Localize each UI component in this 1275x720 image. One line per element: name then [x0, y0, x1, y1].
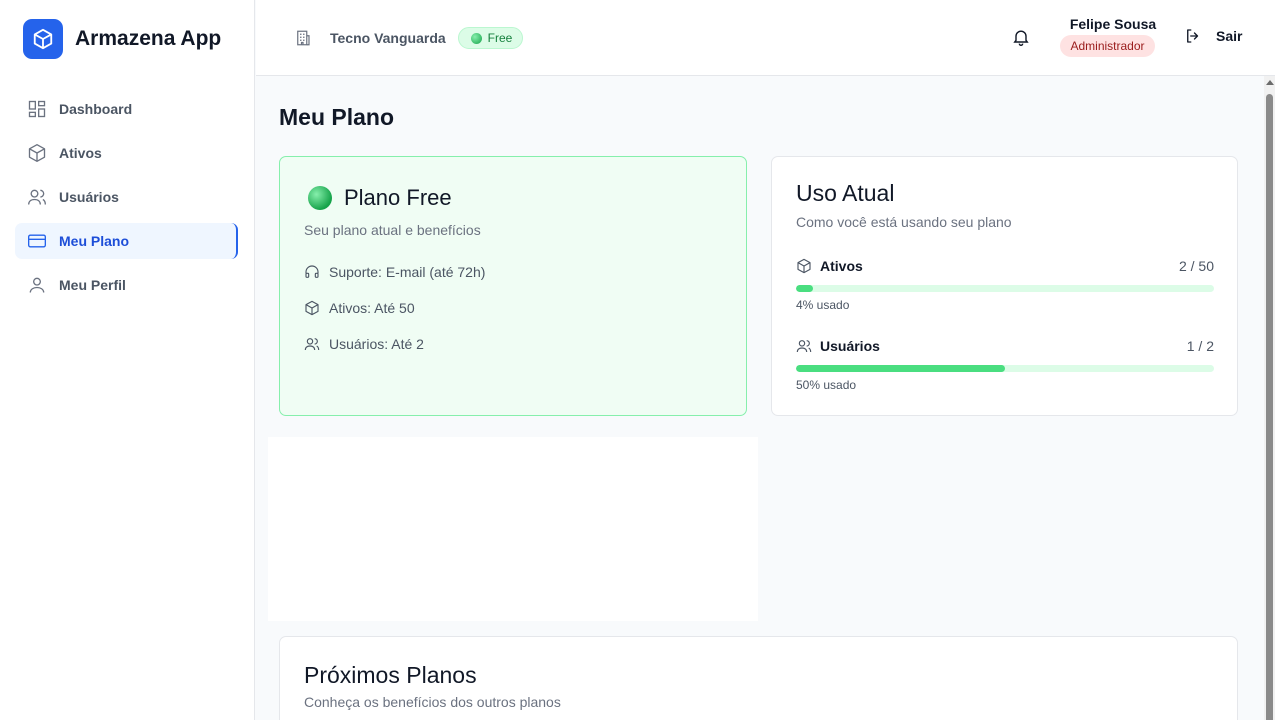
- blank-placeholder: [268, 437, 758, 621]
- sidebar-item-label: Dashboard: [59, 101, 133, 117]
- feature-text: Usuários: Até 2: [329, 336, 424, 352]
- logout-button[interactable]: Sair: [1184, 27, 1242, 45]
- company-info: Tecno Vanguarda Free: [294, 26, 524, 50]
- plan-badge: Free: [457, 27, 524, 49]
- user-icon: [29, 277, 45, 293]
- credit-card-icon: [28, 234, 46, 248]
- plan-badge-label: Free: [487, 31, 513, 45]
- sidebar-item-meu-perfil[interactable]: Meu Perfil: [15, 267, 238, 303]
- metric-note: 4% usado: [796, 298, 850, 312]
- metric-note: 50% usado: [796, 378, 857, 392]
- headphones-icon: [305, 265, 319, 278]
- progress-fill: [796, 285, 813, 292]
- plan-subtitle: Seu plano atual e benefícios: [304, 222, 481, 238]
- dashboard-grid-icon: [28, 100, 46, 118]
- sidebar-item-usuarios[interactable]: Usuários: [15, 179, 238, 215]
- sidebar: Armazena App Dashboard Ativos Usuários M…: [0, 0, 255, 720]
- feature-item: Usuários: Até 2: [304, 336, 424, 352]
- scrollbar[interactable]: [1264, 76, 1275, 720]
- metric-label: Usuários: [796, 338, 880, 354]
- sidebar-item-meu-plano[interactable]: Meu Plano: [15, 223, 238, 259]
- metric-value: 1 / 2: [1186, 338, 1214, 354]
- logout-label: Sair: [1216, 28, 1243, 44]
- sidebar-nav: Dashboard Ativos Usuários Meu Plano Meu …: [15, 91, 238, 311]
- user-info[interactable]: Felipe Sousa Administrador: [1056, 16, 1158, 57]
- plan-dot-icon: [470, 32, 482, 44]
- cube-icon: [23, 19, 63, 59]
- users-icon: [796, 340, 812, 353]
- user-name: Felipe Sousa: [1069, 16, 1157, 32]
- logout-icon: [1187, 29, 1199, 43]
- users-icon: [28, 189, 46, 205]
- progress-bar: [796, 285, 1214, 292]
- usage-metric-ativos: Ativos 2 / 50 4% usado: [796, 256, 1214, 312]
- scroll-thumb[interactable]: [1266, 94, 1273, 720]
- usage-metric-usuarios: Usuários 1 / 2 50% usado: [796, 336, 1214, 392]
- scroll-up-arrow-icon[interactable]: [1266, 80, 1274, 85]
- progress-bar: [796, 365, 1214, 372]
- company-name: Tecno Vanguarda: [330, 30, 446, 46]
- feature-item: Suporte: E-mail (até 72h): [304, 264, 485, 280]
- building-icon: [297, 30, 310, 46]
- brand[interactable]: Armazena App: [23, 19, 221, 59]
- next-plans-subtitle: Conheça os benefícios dos outros planos: [304, 694, 561, 710]
- progress-fill: [796, 365, 1005, 372]
- metric-label-text: Ativos: [820, 258, 863, 274]
- page-title: Meu Plano: [279, 104, 395, 130]
- cube-icon: [28, 144, 46, 162]
- top-header: Tecno Vanguarda Free Felipe Sousa Admini…: [256, 0, 1275, 76]
- metric-label: Ativos: [796, 258, 863, 274]
- sidebar-item-label: Usuários: [59, 189, 119, 205]
- users-icon: [304, 338, 320, 351]
- sidebar-item-dashboard[interactable]: Dashboard: [15, 91, 238, 127]
- current-plan-card: Plano Free Seu plano atual e benefícios …: [279, 156, 747, 416]
- cube-icon: [305, 300, 319, 316]
- feature-item: Ativos: Até 50: [304, 300, 415, 316]
- plan-title: Plano Free: [344, 185, 452, 210]
- next-plans-card: Próximos Planos Conheça os benefícios do…: [279, 636, 1238, 720]
- metric-label-text: Usuários: [820, 338, 880, 354]
- app-name: Armazena App: [75, 27, 222, 50]
- usage-card: Uso Atual Como você está usando seu plan…: [771, 156, 1238, 416]
- sidebar-item-label: Ativos: [59, 145, 102, 161]
- sidebar-item-ativos[interactable]: Ativos: [15, 135, 238, 171]
- metric-value: 2 / 50: [1178, 258, 1214, 274]
- plan-dot-icon: [308, 186, 332, 210]
- bell-icon[interactable]: [1011, 27, 1031, 47]
- feature-text: Ativos: Até 50: [329, 300, 415, 316]
- next-plans-title: Próximos Planos: [304, 662, 477, 688]
- usage-subtitle: Como você está usando seu plano: [796, 214, 1012, 230]
- sidebar-item-label: Meu Plano: [59, 233, 130, 249]
- sidebar-item-label: Meu Perfil: [59, 277, 126, 293]
- usage-title: Uso Atual: [796, 180, 895, 206]
- cube-icon: [797, 258, 811, 274]
- plan-header: Plano Free: [308, 185, 452, 211]
- feature-text: Suporte: E-mail (até 72h): [329, 264, 486, 280]
- role-badge: Administrador: [1060, 35, 1155, 57]
